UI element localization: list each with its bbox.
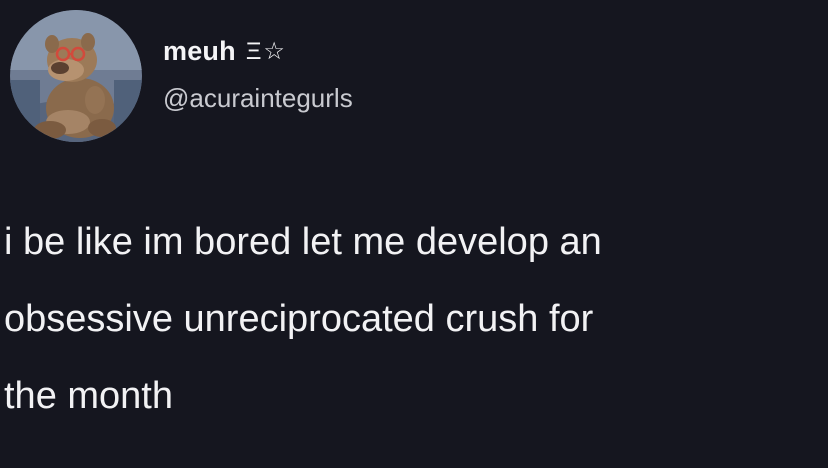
tweet-card: meuh Ξ☆ @acuraintegurls i be like im bor…: [0, 0, 828, 468]
name-decoration: Ξ☆: [245, 37, 287, 65]
display-name-row: meuh Ξ☆: [163, 34, 287, 68]
tweet-text-line: the month: [4, 375, 173, 417]
tweet-text-line: i be like im bored let me develop an: [4, 221, 602, 263]
alf-avatar-icon: [10, 10, 142, 142]
profile-avatar[interactable]: [10, 10, 142, 142]
tweet-text-line: obsessive unreciprocated crush for: [4, 298, 594, 340]
tweet-text: i be like im bored let me develop an obs…: [4, 204, 826, 435]
user-handle[interactable]: @acuraintegurls: [163, 83, 353, 114]
display-name[interactable]: meuh: [163, 36, 236, 67]
